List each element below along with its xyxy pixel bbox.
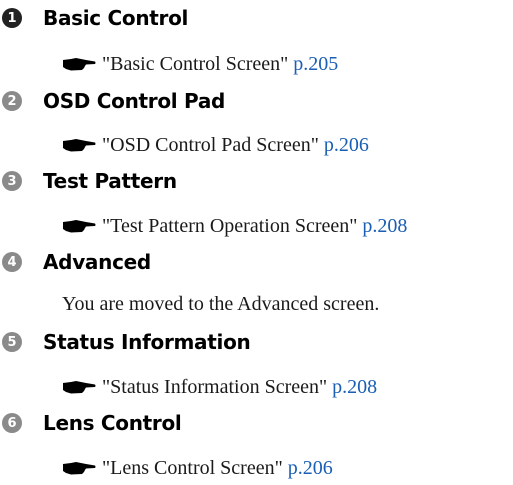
number-badge: 1: [2, 8, 22, 28]
item-reference-2: "OSD Control Pad Screen" p.206: [62, 131, 369, 159]
pointing-hand-icon: [63, 58, 96, 71]
item-title: Basic Control: [43, 6, 189, 30]
pointing-hand-icon: [63, 381, 96, 394]
page-link[interactable]: p.206: [324, 134, 369, 157]
item-description-4: You are moved to the Advanced screen.: [62, 290, 379, 318]
number-badge: 2: [2, 91, 22, 111]
page-link[interactable]: p.205: [293, 53, 338, 76]
item-heading-1: 1 Basic Control: [2, 5, 188, 31]
pointing-hand-icon: [63, 462, 96, 475]
page-link[interactable]: p.206: [288, 457, 333, 480]
number-badge: 6: [2, 413, 22, 433]
description-text: You are moved to the Advanced screen.: [62, 292, 380, 315]
item-reference-6: "Lens Control Screen" p.206: [62, 454, 333, 482]
item-heading-5: 5 Status Information: [2, 329, 251, 355]
reference-text: "OSD Control Pad Screen": [102, 133, 319, 156]
item-reference-1: "Basic Control Screen" p.205: [62, 50, 338, 78]
item-title: OSD Control Pad: [43, 89, 226, 113]
page-link[interactable]: p.208: [362, 215, 407, 238]
page-link[interactable]: p.208: [332, 376, 377, 399]
number-badge: 5: [2, 332, 22, 352]
number-badge: 4: [2, 252, 22, 272]
item-title: Lens Control: [43, 411, 182, 435]
number-badge: 3: [2, 171, 22, 191]
reference-text: "Test Pattern Operation Screen": [102, 214, 358, 237]
reference-text: "Lens Control Screen": [102, 456, 283, 479]
pointing-hand-icon: [63, 139, 96, 152]
item-title: Advanced: [43, 250, 151, 274]
item-reference-3: "Test Pattern Operation Screen" p.208: [62, 212, 407, 240]
item-heading-4: 4 Advanced: [2, 249, 151, 275]
item-reference-5: "Status Information Screen" p.208: [62, 373, 377, 401]
item-heading-2: 2 OSD Control Pad: [2, 88, 225, 114]
item-title: Test Pattern: [43, 169, 177, 193]
pointing-hand-icon: [63, 220, 96, 233]
item-heading-3: 3 Test Pattern: [2, 168, 177, 194]
item-heading-6: 6 Lens Control: [2, 410, 182, 436]
item-title: Status Information: [43, 330, 251, 354]
reference-text: "Status Information Screen": [102, 375, 328, 398]
reference-text: "Basic Control Screen": [102, 52, 289, 75]
